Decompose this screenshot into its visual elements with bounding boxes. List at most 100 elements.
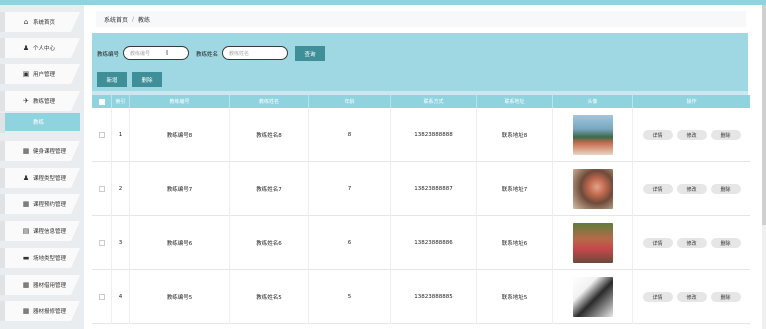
cell-age: 8 <box>309 108 391 162</box>
sidebar-item[interactable]: ♟ 个人中心 <box>5 38 80 58</box>
detail-button[interactable]: 详情 <box>642 130 673 140</box>
sidebar-item-shadow <box>0 38 5 58</box>
row-checkbox[interactable] <box>98 132 105 138</box>
table-row: 1 教练编号8 教练姓名8 8 13823888888 联系地址8 详情 修改 删除 <box>92 108 750 162</box>
sidebar-item[interactable]: ▦ 器材借用管理 <box>5 275 80 295</box>
cell-avatar <box>553 162 633 216</box>
row-delete-button[interactable]: 删除 <box>710 184 741 194</box>
coach-name-input[interactable]: 教练姓名 <box>222 46 288 60</box>
coach-name-label: 教练姓名 <box>196 52 219 58</box>
sidebar-item-label: 场地类型管理 <box>33 256 67 262</box>
edit-button[interactable]: 修改 <box>676 130 707 140</box>
detail-button[interactable]: 详情 <box>642 292 673 302</box>
cell-age: 6 <box>309 216 391 270</box>
row-checkbox-cell[interactable] <box>92 216 112 270</box>
avatar-image <box>572 115 613 155</box>
cell-avatar <box>553 270 633 324</box>
cell-address: 联系地址5 <box>477 270 553 324</box>
sidebar-item[interactable]: ▣ 用户管理 <box>5 64 80 84</box>
add-button[interactable]: 新增 <box>97 72 127 87</box>
cell-index: 1 <box>112 108 130 162</box>
delete-button[interactable]: 删除 <box>132 72 162 87</box>
sidebar-item-label: 个人中心 <box>33 46 56 52</box>
sidebar-item[interactable]: ⌂ 系统首页 <box>5 12 80 32</box>
cell-coach-name: 教练姓名6 <box>230 216 309 270</box>
sidebar-item[interactable]: ▬ 场地类型管理 <box>5 248 80 268</box>
cell-phone: 13823888888 <box>391 108 477 162</box>
row-checkbox[interactable] <box>98 240 105 246</box>
cell-coach-name: 教练姓名8 <box>230 108 309 162</box>
sidebar-item[interactable]: ▦ 课程预约管理 <box>5 194 80 214</box>
sidebar-item-label: 系统首页 <box>33 20 56 26</box>
sidebar-item[interactable]: ▦ 健身课程管理 <box>5 141 80 161</box>
sidebar-item-label: 教练管理 <box>33 99 56 105</box>
card-icon: ▣ <box>22 70 30 78</box>
grid-icon: ▦ <box>22 307 30 315</box>
search-button[interactable]: 查询 <box>295 46 325 61</box>
cell-actions: 详情 修改 删除 <box>633 108 750 162</box>
sidebar-item-shadow <box>0 248 5 268</box>
row-delete-button[interactable]: 删除 <box>710 292 741 302</box>
cell-address: 联系地址6 <box>477 216 553 270</box>
sidebar-item[interactable]: ♟ 课程类型管理 <box>5 168 80 188</box>
edit-button[interactable]: 修改 <box>676 292 707 302</box>
header-actions: 操作 <box>686 99 697 105</box>
sidebar-item-shadow <box>0 194 5 214</box>
home-icon: ⌂ <box>23 18 29 26</box>
breadcrumb-current: 教练 <box>138 16 151 24</box>
cell-age: 7 <box>309 162 391 216</box>
sidebar-item-label: 用户管理 <box>33 72 56 78</box>
sidebar-item-shadow <box>0 275 5 295</box>
cell-address: 联系地址7 <box>477 162 553 216</box>
cell-address: 联系地址8 <box>477 108 553 162</box>
detail-button[interactable]: 详情 <box>642 238 673 248</box>
breadcrumb-home[interactable]: 系统首页 <box>104 15 128 24</box>
row-checkbox-cell[interactable] <box>92 108 112 162</box>
row-checkbox[interactable] <box>98 186 105 192</box>
cell-phone: 13823888885 <box>391 270 477 324</box>
header-age: 年龄 <box>309 95 391 108</box>
sidebar-item[interactable]: ✈ 教练管理 <box>5 91 80 111</box>
cell-actions: 详情 修改 删除 <box>633 162 750 216</box>
scrollbar-thumb[interactable] <box>762 5 766 225</box>
sidebar: ⌂ 系统首页 ♟ 个人中心 ▣ 用户管理 ✈ 教练管理 教练 ▦ 健身课程管理 ♟ 课程类型管理 ▦ 课程预… <box>0 5 84 329</box>
table-row: 3 教练编号6 教练姓名6 6 13823888886 联系地址6 详情 修改 删除 <box>92 216 750 270</box>
cell-coach-name: 教练姓名7 <box>230 162 309 216</box>
cell-index: 4 <box>112 270 130 324</box>
row-checkbox[interactable] <box>98 294 105 300</box>
sidebar-item-shadow <box>0 91 5 111</box>
cell-coach-id: 教练编号7 <box>130 162 230 216</box>
sidebar-item-shadow <box>0 221 5 241</box>
sidebar-item-label: 教练 <box>33 120 45 126</box>
grid-icon: ▦ <box>22 281 30 289</box>
header-coach-name: 教练姓名 <box>230 95 309 108</box>
cell-actions: 详情 修改 删除 <box>633 216 750 270</box>
detail-button[interactable]: 详情 <box>642 184 673 194</box>
select-all-checkbox[interactable] <box>92 95 112 108</box>
row-delete-button[interactable]: 删除 <box>710 238 741 248</box>
sidebar-item-label: 课程预约管理 <box>33 202 67 208</box>
sidebar-item[interactable]: ▦ 器材报修管理 <box>5 301 80 321</box>
sidebar-item[interactable]: 教练 <box>5 113 80 131</box>
avatar-image <box>572 223 613 263</box>
table-header: 索引 教练编号 教练姓名 年龄 联系方式 联系地址 头像 操作 <box>92 95 750 108</box>
header-address: 联系地址 <box>477 95 553 108</box>
header-avatar: 头像 <box>553 95 633 108</box>
person-icon: ♟ <box>22 174 30 182</box>
table-icon: ▤ <box>22 227 30 235</box>
row-checkbox-cell[interactable] <box>92 162 112 216</box>
sidebar-item-shadow <box>0 168 5 188</box>
sidebar-item[interactable]: ▤ 课程信息管理 <box>5 221 80 241</box>
edit-button[interactable]: 修改 <box>676 184 707 194</box>
avatar-image <box>572 169 613 209</box>
cell-coach-id: 教练编号6 <box>130 216 230 270</box>
grid-icon: ▦ <box>22 147 30 155</box>
row-delete-button[interactable]: 删除 <box>710 130 741 140</box>
row-checkbox-cell[interactable] <box>92 270 112 324</box>
edit-button[interactable]: 修改 <box>676 238 707 248</box>
user-icon: ♟ <box>22 44 30 52</box>
coach-id-input[interactable]: 教练编号 I <box>123 46 189 60</box>
sidebar-item-label: 健身课程管理 <box>33 149 67 155</box>
avatar-image <box>572 277 613 317</box>
text-cursor-icon: I <box>166 49 169 57</box>
